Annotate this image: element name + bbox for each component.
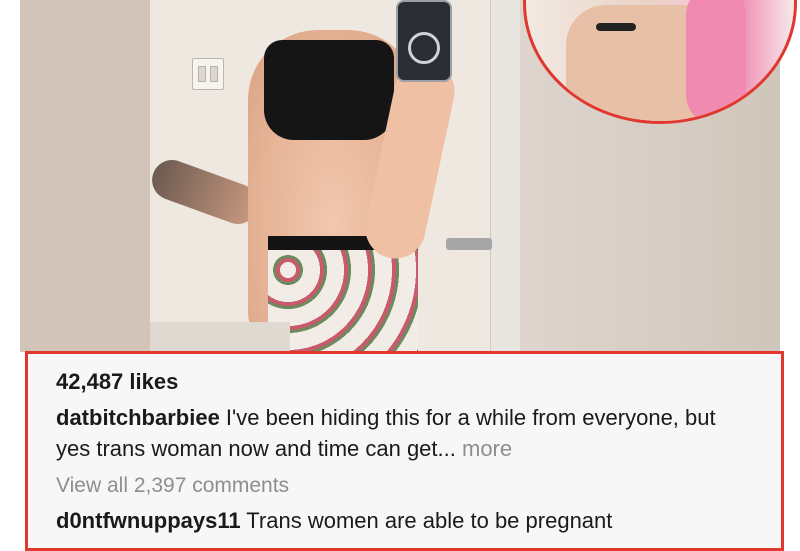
likes-count[interactable]: 42,487 likes [56,368,753,396]
photo-door [490,0,521,352]
comment-username[interactable]: d0ntfwnuppays11 [56,508,241,533]
photo-wall-left [20,0,150,352]
post-caption: datbitchbarbiee I've been hiding this fo… [56,402,753,464]
comment-item: d0ntfwnuppays11 Trans women are able to … [56,506,753,536]
view-all-comments-link[interactable]: View all 2,397 comments [56,472,753,500]
caption-more-link[interactable]: more [456,436,512,461]
light-switch [192,58,224,90]
photo-door-handle [446,238,492,250]
caption-panel: 42,487 likes datbitchbarbiee I've been h… [25,351,784,551]
photo-phone [396,0,452,82]
inset-wristband [596,23,636,31]
inset-pink-hair [686,0,746,121]
comment-text: Trans women are able to be pregnant [240,508,613,533]
caption-username[interactable]: datbitchbarbiee [56,405,220,430]
photo-counter [150,322,290,352]
photo-top-garment [264,40,394,140]
